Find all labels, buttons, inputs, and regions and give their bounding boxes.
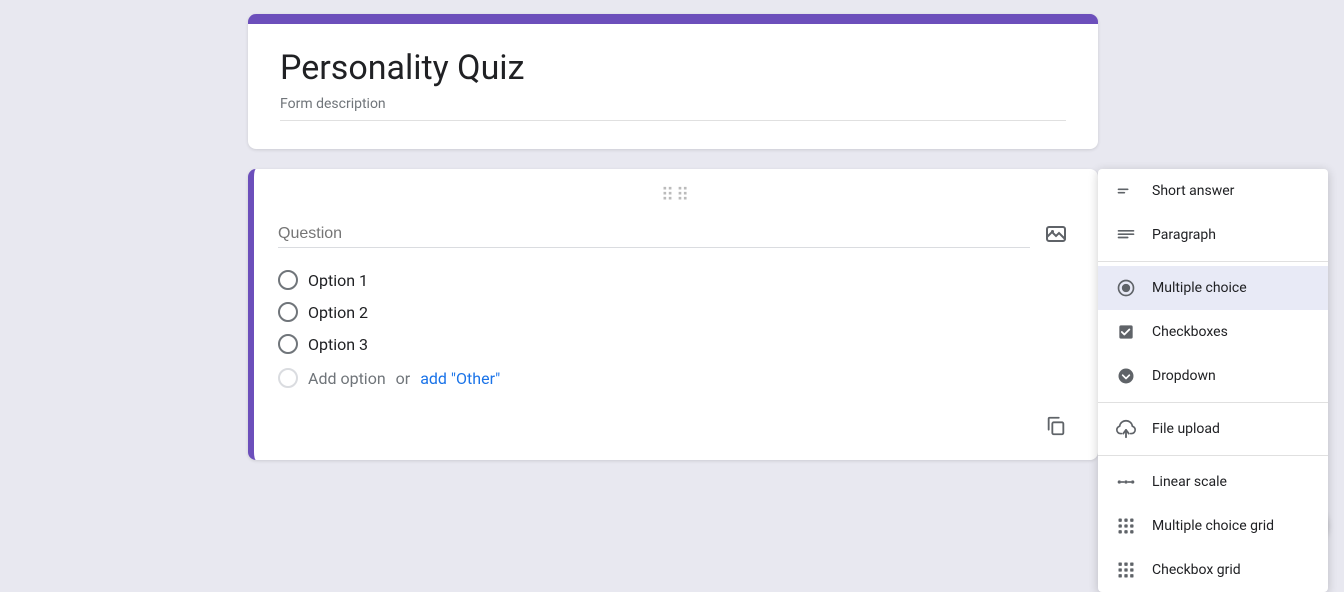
dropdown-item-file-upload[interactable]: File upload <box>1098 407 1328 451</box>
file-upload-icon <box>1114 417 1138 441</box>
radio-option-3[interactable] <box>278 334 298 354</box>
short-answer-icon <box>1114 179 1138 203</box>
dropdown-item-linear-scale[interactable]: Linear scale <box>1098 460 1328 504</box>
page-background: Personality Quiz Form description ⠿⠿ <box>0 0 1344 562</box>
option-label-3: Option 3 <box>308 335 368 354</box>
card-bottom <box>278 396 1074 444</box>
form-container: Personality Quiz Form description ⠿⠿ <box>248 0 1098 562</box>
dropdown-label-cb-grid: Checkbox grid <box>1152 562 1241 578</box>
dropdown-label-multiple-choice: Multiple choice <box>1152 280 1247 296</box>
add-option-text[interactable]: Add option <box>308 369 386 388</box>
option-label-1: Option 1 <box>308 271 368 290</box>
dropdown-menu: Short answer Paragraph <box>1098 169 1328 592</box>
copy-icon-btn[interactable] <box>1038 408 1074 444</box>
add-other-link[interactable]: add "Other" <box>420 369 500 388</box>
dropdown-item-cb-grid[interactable]: Checkbox grid <box>1098 548 1328 592</box>
dropdown-item-checkboxes[interactable]: Checkboxes <box>1098 310 1328 354</box>
question-row <box>278 216 1074 252</box>
divider-1 <box>1098 261 1328 262</box>
dropdown-label-mc-grid: Multiple choice grid <box>1152 518 1274 534</box>
option-row-3: Option 3 <box>278 328 1074 360</box>
mc-grid-icon <box>1114 514 1138 538</box>
dropdown-item-multiple-choice[interactable]: Multiple choice <box>1098 266 1328 310</box>
dropdown-item-paragraph[interactable]: Paragraph <box>1098 213 1328 257</box>
divider-2 <box>1098 402 1328 403</box>
option-row-2: Option 2 <box>278 296 1074 328</box>
image-icon <box>1044 222 1068 246</box>
checkboxes-icon <box>1114 320 1138 344</box>
radio-option-2[interactable] <box>278 302 298 322</box>
paragraph-icon <box>1114 223 1138 247</box>
form-title: Personality Quiz <box>280 48 1066 88</box>
dropdown-label-dropdown: Dropdown <box>1152 368 1216 384</box>
multiple-choice-icon <box>1114 276 1138 300</box>
linear-scale-icon <box>1114 470 1138 494</box>
question-card: ⠿⠿ Option 1 Option 2 <box>248 169 1098 460</box>
dropdown-label-paragraph: Paragraph <box>1152 227 1216 243</box>
copy-icon <box>1045 415 1067 437</box>
divider-3 <box>1098 455 1328 456</box>
dropdown-icon <box>1114 364 1138 388</box>
image-icon-btn[interactable] <box>1038 216 1074 252</box>
add-option-row: Add option or add "Other" <box>278 360 1074 396</box>
form-description: Form description <box>280 96 1066 121</box>
dropdown-label-checkboxes: Checkboxes <box>1152 324 1228 340</box>
title-card: Personality Quiz Form description <box>248 14 1098 149</box>
dropdown-label-file-upload: File upload <box>1152 421 1220 437</box>
radio-add-option <box>278 368 298 388</box>
add-option-or: or <box>396 369 411 388</box>
option-label-2: Option 2 <box>308 303 368 322</box>
question-input[interactable] <box>278 221 1030 248</box>
radio-option-1[interactable] <box>278 270 298 290</box>
dropdown-item-dropdown[interactable]: Dropdown <box>1098 354 1328 398</box>
dropdown-label-short-answer: Short answer <box>1152 183 1234 199</box>
dropdown-label-linear-scale: Linear scale <box>1152 474 1227 490</box>
option-row-1: Option 1 <box>278 264 1074 296</box>
drag-handle: ⠿⠿ <box>278 185 1074 206</box>
dropdown-item-mc-grid[interactable]: Multiple choice grid <box>1098 504 1328 548</box>
dropdown-item-short-answer[interactable]: Short answer <box>1098 169 1328 213</box>
